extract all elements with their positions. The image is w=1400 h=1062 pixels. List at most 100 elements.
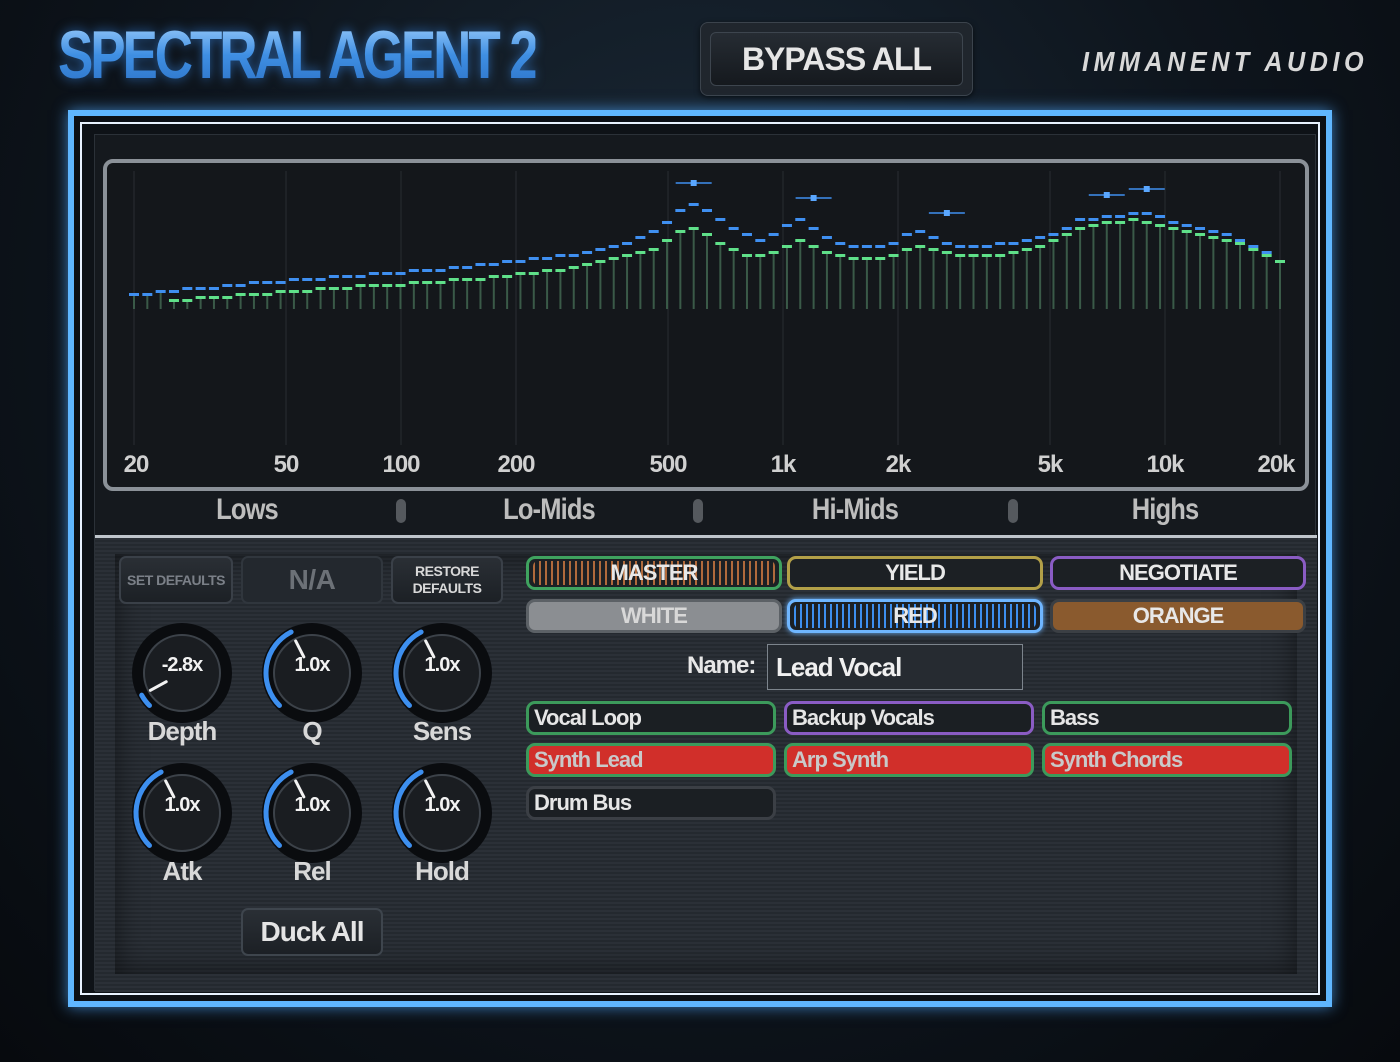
atk-value: 1.0x (164, 794, 201, 816)
spectrum-bar-a (395, 272, 406, 275)
band-label-lows: Lows (216, 493, 279, 526)
track-arp-synth[interactable]: Arp Synth (784, 743, 1034, 777)
band-split-handle-2[interactable] (693, 499, 703, 523)
freq-label: 20 (123, 451, 150, 478)
spectrum-bar-a (702, 209, 712, 212)
bypass-frame: BYPASS ALL (700, 22, 973, 96)
spectrum-bar-a (1181, 224, 1192, 227)
spectrum-bar-a (968, 245, 979, 248)
color-red-button[interactable]: RED (787, 599, 1043, 633)
band-label-lo-mids: Lo-Mids (503, 493, 596, 526)
spectrum-bar-a (808, 227, 819, 230)
hold-label: Hold (415, 856, 470, 886)
freq-label: 2k (885, 451, 912, 478)
track-synth-chords[interactable]: Synth Chords (1042, 743, 1292, 777)
spectrum-bar-b (1101, 221, 1112, 224)
freq-label: 50 (273, 451, 300, 478)
spectrum-bar-b (955, 254, 966, 257)
spectrum-bar-a (821, 236, 832, 239)
track-synth-lead[interactable]: Synth Lead (526, 743, 776, 777)
spectrum-bar-a (1088, 218, 1099, 221)
spectrum-bar-b (382, 284, 393, 287)
spectrum-bar-a (129, 293, 139, 296)
spectrum-bar-b (195, 296, 206, 299)
spectrum-bar-a (915, 230, 926, 233)
control-panel: SET DEFAULTS N/A RESTORE DEFAULTS -2.8x … (95, 538, 1317, 992)
depth-value: -2.8x (161, 654, 204, 676)
spectrum-bar-b (608, 257, 619, 260)
color-red-label: RED (893, 603, 937, 628)
spectrum-bar-b (435, 281, 446, 284)
spectrum-bar-b (475, 278, 486, 281)
restore-defaults-button[interactable]: RESTORE DEFAULTS (391, 556, 503, 604)
q-knob[interactable]: 1.0x (257, 618, 367, 728)
spectrum-bar-b (408, 281, 419, 284)
band-split-handle-1[interactable] (396, 499, 406, 523)
spectrum-bar-a (248, 281, 259, 284)
spectrum-bar-b (422, 281, 433, 284)
sens-knob[interactable]: 1.0x (387, 618, 497, 728)
track-vocal-loop[interactable]: Vocal Loop (526, 701, 776, 735)
spectrum-bar-b (941, 251, 952, 254)
spectrum-bar-b (888, 254, 899, 257)
spectrum-bar-b (582, 263, 593, 266)
band-label-hi-mids: Hi-Mids (811, 493, 899, 526)
spectrum-bar-b (1061, 233, 1072, 236)
spectrum-analyzer[interactable]: 20 50 100 200 500 1k 2k 5k 10k 20k (103, 159, 1309, 491)
spectrum-bar-b (1075, 227, 1086, 230)
freq-label: 5k (1037, 451, 1064, 478)
rel-label: Rel (293, 856, 331, 886)
role-yield-button[interactable]: YIELD (787, 556, 1043, 590)
spectrum-bar-a (462, 266, 473, 269)
spectrum-bar-a (262, 281, 273, 284)
spectrum-bar-b (342, 287, 353, 290)
spectrum-bar-b (448, 278, 459, 281)
spectrum-bar-a (1008, 242, 1019, 245)
band-split-handle-3[interactable] (1008, 499, 1018, 523)
spectrum-bar-b (702, 233, 712, 236)
name-input[interactable]: Lead Vocal (767, 644, 1023, 690)
brand-logo: IMMANENT AUDIO (1082, 46, 1369, 77)
atk-label: Atk (162, 856, 203, 886)
spectrum-bar-b (741, 254, 752, 257)
role-master-button[interactable]: MASTER (526, 556, 782, 590)
spectrum-bar-a (608, 245, 619, 248)
spectrum-bar-a (1021, 239, 1032, 242)
spectrum-bar-b (248, 293, 259, 296)
q-label: Q (302, 716, 322, 746)
role-negotiate-button[interactable]: NEGOTIATE (1050, 556, 1306, 590)
peak-marker (943, 210, 950, 216)
plugin-body: 20 50 100 200 500 1k 2k 5k 10k 20k Lows Lo-Mids H… (94, 134, 1317, 992)
track-backup-vocals[interactable]: Backup Vocals (784, 701, 1034, 735)
role-master-label: MASTER (610, 560, 699, 585)
preset-display[interactable]: N/A (241, 556, 383, 604)
spectrum-bar-b (528, 272, 539, 275)
bypass-all-button[interactable]: BYPASS ALL (710, 32, 963, 86)
spectrum-plot (129, 171, 1285, 445)
depth-knob[interactable]: -2.8x (127, 618, 237, 728)
peak-marker (1103, 192, 1110, 198)
track-drum-bus[interactable]: Drum Bus (526, 786, 776, 820)
hold-knob[interactable]: 1.0x (387, 758, 497, 868)
spectrum-bar-b (462, 278, 473, 281)
spectrum-bar-b (981, 254, 992, 257)
spectrum-bar-a (155, 290, 166, 293)
color-orange-button[interactable]: ORANGE (1050, 599, 1306, 633)
spectrum-bar-b (355, 284, 366, 287)
set-defaults-button[interactable]: SET DEFAULTS (119, 556, 233, 604)
spectrum-bar-a (888, 242, 899, 245)
rel-knob[interactable]: 1.0x (257, 758, 367, 868)
track-bass[interactable]: Bass (1042, 701, 1292, 735)
spectrum-bar-a (208, 287, 219, 290)
spectrum-bar-b (821, 251, 832, 254)
color-white-button[interactable]: WHITE (526, 599, 782, 633)
atk-knob[interactable]: 1.0x (127, 758, 237, 868)
duck-all-button[interactable]: Duck All (241, 908, 383, 956)
peak-marker (690, 180, 697, 186)
spectrum-bar-a (515, 260, 526, 263)
spectrum-bar-b (1035, 245, 1046, 248)
freq-label: 500 (649, 451, 687, 478)
freq-label: 1k (770, 451, 797, 478)
spectrum-bar-a (142, 293, 153, 296)
spectrum-bar-a (861, 245, 872, 248)
